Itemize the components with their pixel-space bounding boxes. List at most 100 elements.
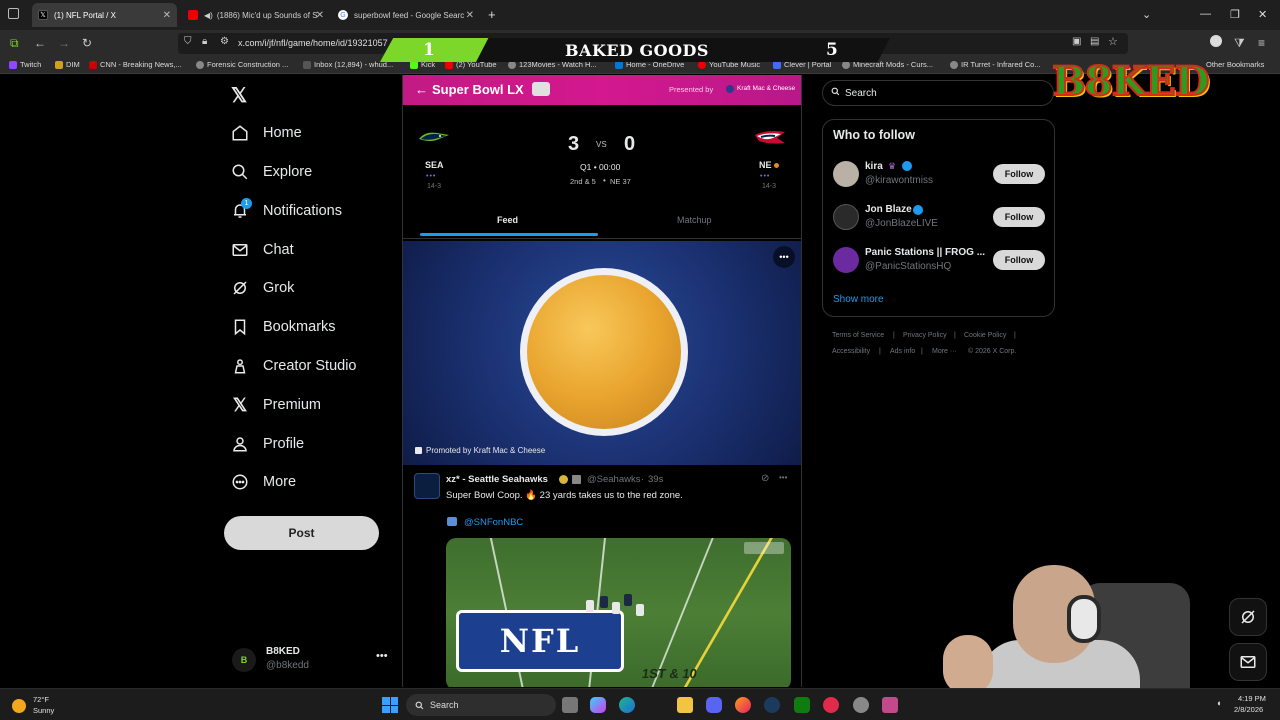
sidebar-item-premium[interactable]: 𝕏 Premium xyxy=(230,392,321,418)
close-tab-icon[interactable]: ✕ xyxy=(316,10,324,21)
x-logo-icon[interactable]: 𝕏 xyxy=(231,83,247,108)
messages-floating-button[interactable] xyxy=(1229,643,1267,681)
weather-widget[interactable]: 72°F Sunny xyxy=(12,695,82,717)
post-button[interactable]: Post xyxy=(224,516,379,550)
weather-desc: Sunny xyxy=(33,706,55,715)
sidebar-item-bookmarks[interactable]: Bookmarks xyxy=(230,314,336,340)
more-options-icon[interactable]: ••• xyxy=(779,473,787,482)
copilot-icon[interactable] xyxy=(590,697,606,713)
footer-privacy-link[interactable]: Privacy Policy xyxy=(903,332,947,339)
settings-gear-icon[interactable] xyxy=(853,697,869,713)
bookmark-twitch[interactable]: Twitch xyxy=(9,60,41,69)
lock-icon[interactable]: 🔒︎ xyxy=(202,36,207,47)
post-handle[interactable]: @Seahawks xyxy=(587,474,640,485)
affiliate-badge-icon xyxy=(572,475,581,484)
back-arrow-icon[interactable]: ← xyxy=(415,82,428,97)
snipping-tool-icon[interactable] xyxy=(882,697,898,713)
mute-icon[interactable]: ◀) xyxy=(204,11,213,20)
sidebar-item-profile[interactable]: Profile xyxy=(230,431,304,457)
sidebar-item-notifications[interactable]: 1 Notifications xyxy=(230,198,342,224)
grok-floating-button[interactable] xyxy=(1229,598,1267,636)
post-video[interactable]: NFL 1ST & 10 xyxy=(446,538,791,687)
xbox-icon[interactable] xyxy=(794,697,810,713)
shield-icon[interactable]: ⛉ xyxy=(184,36,192,47)
speaker-icon[interactable]: ◖ xyxy=(1216,698,1221,708)
account-icon[interactable] xyxy=(1210,35,1222,47)
reader-view-icon[interactable]: ▤ xyxy=(1090,36,1099,47)
tab-divider xyxy=(403,238,801,239)
extensions-icon[interactable]: ⧩ xyxy=(1234,36,1245,51)
sidebar-item-grok[interactable]: Grok xyxy=(230,275,294,301)
bookmark-star-icon[interactable]: ☆ xyxy=(1108,35,1118,48)
tab-google-search[interactable]: G superbowl feed - Google Searc ✕ xyxy=(332,3,480,27)
mac-and-cheese-bowl-image xyxy=(520,268,688,436)
avatar[interactable] xyxy=(833,161,859,187)
tab-feed[interactable]: Feed xyxy=(497,215,518,225)
maximize-button[interactable]: ❐ xyxy=(1230,8,1240,21)
bookmark-forensic[interactable]: Forensic Construction ... xyxy=(196,60,288,69)
tab-micd-up[interactable]: ◀) (1886) Mic'd up Sounds of S ✕ xyxy=(182,3,330,27)
start-button-icon[interactable] xyxy=(382,697,398,713)
tab-nfl-portal[interactable]: 𝕏 (1) NFL Portal / X ✕ xyxy=(32,3,177,27)
follow-button[interactable]: Follow xyxy=(993,164,1045,184)
promoted-icon xyxy=(415,447,422,454)
sidebar-item-chat[interactable]: Chat xyxy=(230,237,294,263)
account-switcher[interactable]: B B8KED @b8kedd ••• xyxy=(232,644,392,674)
close-window-button[interactable]: ✕ xyxy=(1258,8,1267,21)
sidebar-item-home[interactable]: Home xyxy=(230,120,302,146)
close-tab-icon[interactable]: ✕ xyxy=(163,10,171,21)
post-mention[interactable]: @SNFonNBC xyxy=(464,517,523,528)
steam-icon[interactable] xyxy=(764,697,780,713)
follow-button[interactable]: Follow xyxy=(993,207,1045,227)
forward-icon[interactable]: → xyxy=(58,36,70,50)
promoted-ad[interactable]: ••• Promoted by Kraft Mac & Cheese xyxy=(403,241,801,465)
avatar[interactable] xyxy=(833,204,859,230)
search-input[interactable]: Search xyxy=(822,80,1054,106)
reload-icon[interactable]: ↻ xyxy=(82,36,92,50)
footer-more-link[interactable]: More ··· xyxy=(932,348,957,355)
tab-matchup[interactable]: Matchup xyxy=(677,215,712,225)
firefox-icon[interactable] xyxy=(735,697,751,713)
permissions-icon[interactable]: ⚙︎ xyxy=(220,36,229,47)
post-card[interactable]: xz* - Seattle Seahawks @Seahawks · 39s ⊘… xyxy=(403,465,801,687)
file-explorer-icon[interactable] xyxy=(677,697,693,713)
footer-ads-info-link[interactable]: Ads info xyxy=(890,348,915,355)
task-view-icon[interactable] xyxy=(562,697,578,713)
new-tab-button[interactable]: + xyxy=(488,7,496,22)
account-name[interactable]: Jon Blaze xyxy=(865,204,912,215)
media-player-icon[interactable] xyxy=(823,697,839,713)
sidebar-item-explore[interactable]: Explore xyxy=(230,159,312,185)
sidebar-item-creator-studio[interactable]: Creator Studio xyxy=(230,353,357,379)
clock-time[interactable]: 4:19 PM xyxy=(1238,694,1266,703)
back-icon[interactable]: ← xyxy=(34,36,46,50)
tab-dropdown-icon[interactable]: ⌄ xyxy=(1142,8,1151,21)
menu-icon[interactable]: ≡ xyxy=(1258,36,1265,50)
sidebar-item-more[interactable]: More xyxy=(230,469,296,495)
more-dots-icon[interactable]: ••• xyxy=(376,650,388,662)
show-more-link[interactable]: Show more xyxy=(833,294,884,305)
bookmark-cnn[interactable]: CNN - Breaking News,... xyxy=(89,60,182,69)
edge-icon[interactable] xyxy=(619,697,635,713)
taskbar-search[interactable]: Search xyxy=(406,694,556,716)
account-name[interactable]: kira xyxy=(865,161,883,172)
more-options-icon[interactable]: ••• xyxy=(773,246,795,268)
close-tab-icon[interactable]: ✕ xyxy=(466,10,474,21)
screenshot-icon[interactable]: ▣ xyxy=(1072,36,1081,47)
tab-list-icon[interactable] xyxy=(8,8,19,19)
account-name[interactable]: Panic Stations || FROG ... xyxy=(865,247,985,258)
avatar[interactable] xyxy=(833,247,859,273)
follow-button[interactable]: Follow xyxy=(993,250,1045,270)
bookmark-dim[interactable]: DIM xyxy=(55,60,80,69)
field-logo-text: NFL xyxy=(499,622,581,660)
grok-post-icon[interactable]: ⊘ xyxy=(761,473,769,484)
sidebar-toggle-icon[interactable]: ⧉ xyxy=(10,36,19,51)
bookmark-ir-turret[interactable]: IR Turret - Infrared Co... xyxy=(950,60,1041,69)
post-author[interactable]: xz* - Seattle Seahawks xyxy=(446,474,548,485)
clock-date[interactable]: 2/8/2026 xyxy=(1234,705,1263,714)
profile-icon xyxy=(230,434,250,454)
footer-cookie-link[interactable]: Cookie Policy xyxy=(964,332,1006,339)
footer-terms-link[interactable]: Terms of Service xyxy=(832,332,884,339)
minimize-button[interactable]: — xyxy=(1200,8,1211,20)
discord-icon[interactable] xyxy=(706,697,722,713)
footer-accessibility-link[interactable]: Accessibility xyxy=(832,348,870,355)
